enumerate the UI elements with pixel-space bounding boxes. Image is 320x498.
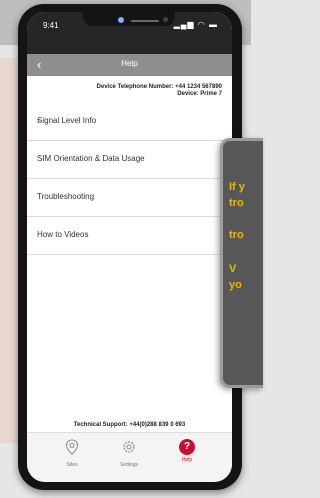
menu-item-how-to-videos[interactable]: How to Videos bbox=[27, 217, 232, 255]
question-icon: ? bbox=[179, 439, 195, 455]
status-time: 9:41 bbox=[43, 21, 59, 30]
menu-item-label: SIM Orientation & Data Usage bbox=[37, 154, 145, 163]
gear-icon bbox=[123, 441, 135, 453]
speaker-grille bbox=[131, 20, 159, 22]
phone-notch bbox=[83, 12, 175, 26]
menu-item-label: How to Videos bbox=[37, 230, 89, 239]
menu-item-sim-orientation[interactable]: SIM Orientation & Data Usage bbox=[27, 141, 232, 179]
menu-item-label: Troubleshooting bbox=[37, 192, 95, 201]
tab-label: Help bbox=[181, 457, 193, 463]
sensor-dot bbox=[163, 17, 168, 22]
tab-help[interactable]: ? Help bbox=[167, 439, 207, 463]
tab-settings[interactable]: Settings bbox=[109, 439, 149, 468]
device-info: Device Telephone Number: +44 1234 567890… bbox=[27, 84, 222, 98]
tooltip-text: tro bbox=[229, 229, 244, 241]
phone-frame: 9:41 ▂▄▆ ◠ ▬ ‹ Help Device Telephone Num… bbox=[18, 4, 242, 490]
map-pin-icon bbox=[65, 439, 79, 455]
tooltip-text: tro bbox=[229, 197, 244, 209]
help-menu: Signal Level Info › SIM Orientation & Da… bbox=[27, 103, 232, 255]
tooltip-text: If y bbox=[229, 181, 245, 193]
menu-item-troubleshooting[interactable]: Troubleshooting bbox=[27, 179, 232, 217]
tab-sites[interactable]: Sites bbox=[52, 439, 92, 468]
camera-icon bbox=[118, 17, 124, 23]
signal-wifi-battery-icon: ▂▄▆ ◠ ▬ bbox=[173, 20, 218, 29]
app-header: ‹ Help bbox=[27, 54, 232, 76]
technical-support-text: Technical Support: +44(0)288 839 0 693 bbox=[73, 422, 186, 428]
tooltip-callout: If y tro tro V yo bbox=[220, 138, 263, 388]
tab-label: Settings bbox=[119, 462, 139, 468]
page-title: Help bbox=[121, 59, 138, 68]
device-model: Device: Prime 7 bbox=[177, 91, 222, 97]
chevron-right-icon: › bbox=[37, 116, 40, 125]
tooltip-text: yo bbox=[229, 279, 242, 291]
tab-label: Sites bbox=[66, 462, 78, 468]
tooltip-text: V bbox=[229, 263, 237, 275]
bottom-tab-bar: Sites Settings ? Help bbox=[27, 432, 232, 482]
menu-item-signal-level-info[interactable]: Signal Level Info › bbox=[27, 103, 232, 141]
device-phone-number: Device Telephone Number: +44 1234 567890 bbox=[96, 84, 222, 90]
phone-screen: 9:41 ▂▄▆ ◠ ▬ ‹ Help Device Telephone Num… bbox=[27, 12, 232, 482]
status-bar: 9:41 ▂▄▆ ◠ ▬ bbox=[27, 12, 232, 54]
